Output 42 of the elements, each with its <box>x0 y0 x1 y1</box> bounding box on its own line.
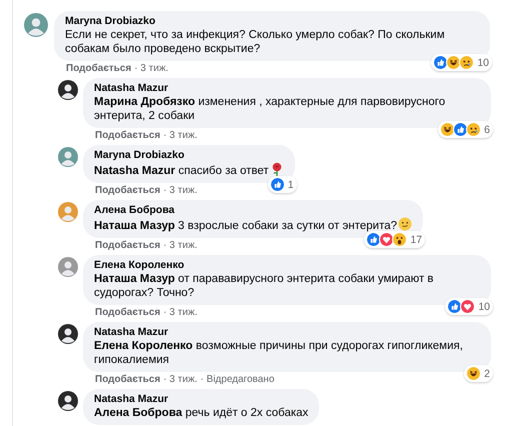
timestamp[interactable]: · 3 тиж. <box>163 185 198 197</box>
comment-text: Natasha Mazur спасибо за ответ <box>94 165 269 177</box>
reaction-count: 17 <box>410 234 422 246</box>
avatar[interactable] <box>58 391 78 411</box>
author-name[interactable]: Natasha Mazur <box>94 82 480 95</box>
author-name[interactable]: Елена Короленко <box>94 259 480 272</box>
like-link[interactable]: Подобається <box>95 130 160 142</box>
timestamp[interactable]: · 3 тиж. <box>163 307 198 319</box>
author-name[interactable]: Maryna Drobiazko <box>65 15 479 28</box>
like-link[interactable]: Подобається <box>95 374 160 386</box>
like-link[interactable]: Подобається <box>95 240 160 252</box>
reaction-count: 2 <box>484 368 490 380</box>
reactions-badge[interactable]: 2 <box>464 365 493 382</box>
reaction-count: 6 <box>484 124 490 136</box>
timestamp[interactable]: · 3 тиж. <box>134 63 168 75</box>
comment-text: Алена Боброва речь идёт о 2х собаках <box>94 407 308 419</box>
author-name[interactable]: Natasha Mazur <box>94 326 480 339</box>
author-name[interactable]: Natasha Mazur <box>94 393 308 406</box>
comment-text: Наташа Мазур от парававирусного энтерита собаки умирают в судорогах? Точно? <box>94 273 434 299</box>
comment-text: Если не секрет, что за инфекция? Сколько умерло собак? По скольким собакам было проведено вскрытие? <box>65 29 445 55</box>
avatar[interactable] <box>58 80 78 100</box>
reactions-badge[interactable]: 6 <box>438 121 493 138</box>
comment-text: Наташа Мазур 3 взрослые собаки за сутки от энтерита? <box>94 220 398 232</box>
reaction-count: 10 <box>478 300 490 312</box>
edited-label: · Відредаговано <box>200 374 274 386</box>
avatar[interactable] <box>58 324 78 344</box>
timestamp[interactable]: · 3 тиж. <box>163 130 198 142</box>
comment-text: Елена Короленко возможные причины при судорогах гипогликемия, гипокалиемия <box>94 340 463 366</box>
timestamp[interactable]: · 3 тиж. <box>163 374 198 386</box>
reaction-count: 1 <box>288 178 294 190</box>
author-name[interactable]: Алена Боброва <box>94 204 412 217</box>
reactions-badge[interactable]: 10 <box>431 54 492 71</box>
comment-text: Марина Дробязко изменения , характерные для парвовирусного энтерита, 2 собаки <box>94 96 446 122</box>
like-link[interactable]: Подобається <box>95 185 160 197</box>
like-link[interactable]: Подобається <box>66 63 132 75</box>
like-link[interactable]: Подобається <box>95 307 160 319</box>
reaction-count: 10 <box>477 56 489 68</box>
author-name[interactable]: Maryna Drobiazko <box>94 149 284 162</box>
reactions-badge[interactable]: 10 <box>445 298 493 315</box>
timestamp[interactable]: · 3 тиж. <box>163 240 198 252</box>
reactions-badge[interactable]: 17 <box>364 231 426 248</box>
reactions-badge[interactable]: 1 <box>268 176 297 193</box>
